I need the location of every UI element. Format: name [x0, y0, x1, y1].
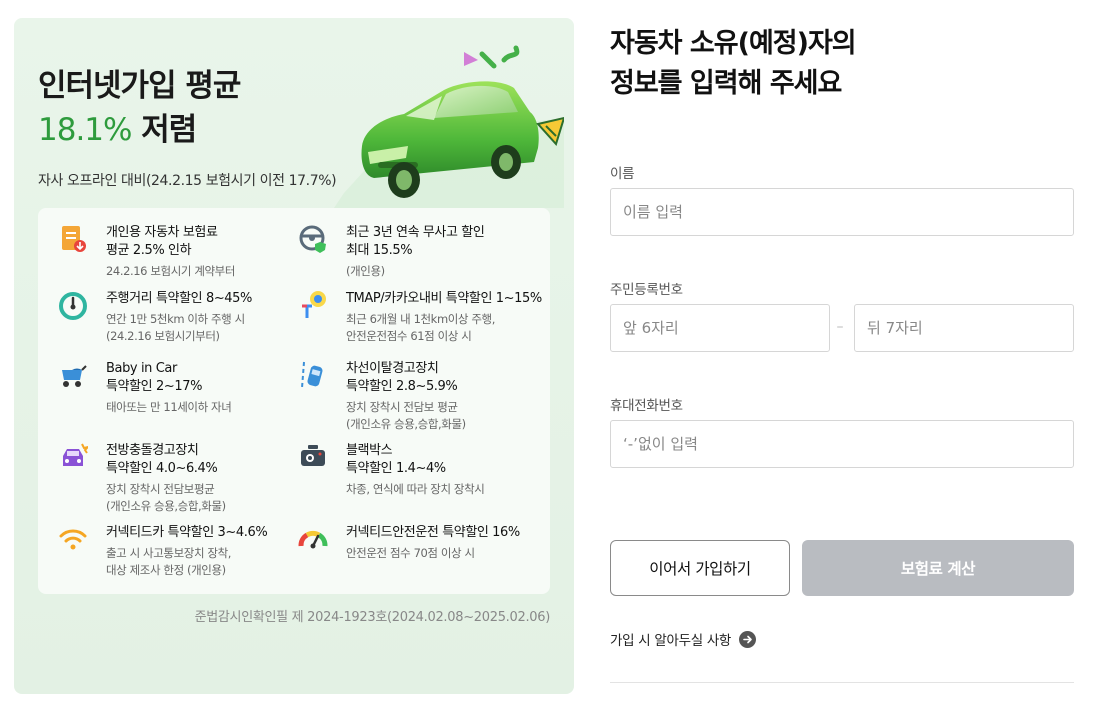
benefit-item: TMAP/카카오내비 특약할인 1~15% 최근 6개월 내 1천km이상 주행…: [298, 290, 542, 345]
phone-input[interactable]: [610, 420, 1074, 468]
benefit-desc: (개인소유 승용,승합,화물): [346, 417, 466, 431]
name-input[interactable]: [610, 188, 1074, 236]
form-title: 자동차 소유(예정)자의 정보를 입력해 주세요: [610, 24, 857, 104]
benefit-title: 특약할인 2~17%: [106, 379, 203, 394]
steering-wheel-shield-icon: [299, 225, 326, 253]
benefit-desc: 안전운전 점수 70점 이상 시: [346, 546, 475, 560]
benefit-title: 최근 3년 연속 무사고 할인: [346, 225, 485, 240]
dashcam-icon: [301, 445, 325, 466]
signup-notice-link[interactable]: 가입 시 알아두실 사항: [610, 629, 757, 649]
rrn-label: 주민등록번호: [610, 282, 683, 298]
lane-departure-icon: [301, 361, 323, 389]
benefit-item: 커넥티드안전운전 특약할인 16% 안전운전 점수 70점 이상 시: [298, 524, 520, 562]
benefit-item: 차선이탈경고장치 특약할인 2.8~5.9% 장치 장착시 전담보 평균 (개인…: [298, 360, 466, 433]
benefit-desc: 차종, 연식에 따라 장치 장착시: [346, 482, 485, 496]
benefit-item: 커넥티드카 특약할인 3~4.6% 출고 시 사고통보장치 장착, 대상 제조사…: [58, 524, 268, 579]
benefit-desc: 출고 시 사고통보장치 장착,: [106, 546, 232, 560]
document-discount-icon: [62, 226, 86, 252]
benefit-desc: (개인용): [346, 264, 385, 278]
phone-label: 휴대전화번호: [610, 398, 683, 414]
benefit-item: 전방충돌경고장치 특약할인 4.0~6.4% 장치 장착시 전담보평균 (개인소…: [58, 442, 226, 515]
promo-headline: 인터넷가입 평균 18.1% 저렴: [38, 64, 241, 152]
collision-warning-car-icon: [63, 443, 88, 466]
bottom-divider: [610, 682, 1074, 683]
headline-line2: 18.1% 저렴: [38, 108, 240, 152]
benefit-desc: 장치 장착시 전담보 평균: [346, 400, 458, 414]
benefit-item: 개인용 자동차 보험료 평균 2.5% 인하 24.2.16 보험시기 계약부터: [58, 224, 235, 280]
benefit-title: 차선이탈경고장치: [346, 361, 439, 376]
navigation-app-icon: [302, 291, 326, 318]
benefit-desc: 태아또는 만 11세이하 자녀: [106, 400, 232, 414]
speedometer-icon: [59, 292, 87, 320]
safety-gauge-icon: [298, 530, 328, 549]
headline-line1: 인터넷가입 평균: [38, 68, 241, 104]
benefit-desc: 최근 6개월 내 1천km이상 주행,: [346, 312, 495, 326]
benefit-title: 개인용 자동차 보험료: [106, 225, 218, 240]
compliance-notice: 준법감시인확인필 제 2024-1923호(2024.02.08~2025.02…: [194, 610, 551, 625]
signup-notice-label: 가입 시 알아두실 사항: [610, 633, 732, 649]
continue-signup-button[interactable]: 이어서 가입하기: [610, 540, 790, 596]
benefit-desc: 장치 장착시 전담보평균: [106, 482, 215, 496]
benefit-desc: 안전운전점수 61점 이상 시: [346, 329, 472, 343]
benefit-title: 주행거리 특약할인 8~45%: [106, 291, 253, 306]
rrn-separator: –: [836, 319, 844, 335]
benefit-title: Baby in Car: [106, 361, 177, 376]
benefit-title: 전방충돌경고장치: [106, 443, 199, 458]
benefit-item: 주행거리 특약할인 8~45% 연간 1만 5천km 이하 주행 시 (24.2…: [58, 290, 252, 345]
benefit-desc: 24.2.16 보험시기 계약부터: [106, 264, 236, 278]
benefit-desc: 연간 1만 5천km 이하 주행 시: [106, 312, 245, 326]
benefit-title: 특약할인 4.0~6.4%: [106, 461, 218, 476]
benefit-desc: (24.2.16 보험시기부터): [106, 329, 220, 343]
benefit-title: 특약할인 1.4~4%: [346, 461, 446, 476]
benefit-item: 블랙박스 특약할인 1.4~4% 차종, 연식에 따라 장치 장착시: [298, 442, 485, 498]
benefit-title: TMAP/카카오내비 특약할인 1~15%: [346, 291, 542, 306]
benefit-desc: 대상 제조사 한정 (개인용): [106, 563, 226, 577]
headline-rate: 18.1%: [38, 112, 132, 148]
arrow-right-circle-icon: [739, 630, 757, 648]
benefit-title: 커넥티드안전운전 특약할인 16%: [346, 525, 520, 540]
benefit-item: 최근 3년 연속 무사고 할인 최대 15.5% (개인용): [298, 224, 485, 280]
baby-stroller-icon: [62, 365, 87, 387]
benefits-card: 개인용 자동차 보험료 평균 2.5% 인하 24.2.16 보험시기 계약부터…: [38, 208, 550, 594]
name-label: 이름: [610, 166, 635, 182]
green-car-illustration: [334, 45, 564, 208]
benefit-item: Baby in Car 특약할인 2~17% 태아또는 만 11세이하 자녀: [58, 360, 232, 416]
rrn-back-input[interactable]: [854, 304, 1074, 352]
calculate-premium-button[interactable]: 보험료 계산: [802, 540, 1074, 596]
headline-suffix: 저렴: [131, 112, 197, 148]
form-title-line1: 자동차 소유(예정)자의: [610, 28, 857, 59]
promo-panel: 인터넷가입 평균 18.1% 저렴 자사 오프라인 대비(24.2.15 보험시…: [14, 18, 574, 694]
promo-subtext: 자사 오프라인 대비(24.2.15 보험시기 이전 17.7%): [38, 173, 337, 189]
benefit-title: 블랙박스: [346, 443, 393, 458]
benefit-desc: (개인소유 승용,승합,화물): [106, 499, 226, 513]
benefit-title: 최대 15.5%: [346, 243, 413, 258]
benefit-title: 커넥티드카 특약할인 3~4.6%: [106, 525, 268, 540]
form-title-line2: 정보를 입력해 주세요: [610, 68, 842, 99]
benefit-title: 평균 2.5% 인하: [106, 243, 192, 258]
wifi-icon: [59, 529, 87, 550]
rrn-front-input[interactable]: [610, 304, 830, 352]
benefit-title: 특약할인 2.8~5.9%: [346, 379, 458, 394]
